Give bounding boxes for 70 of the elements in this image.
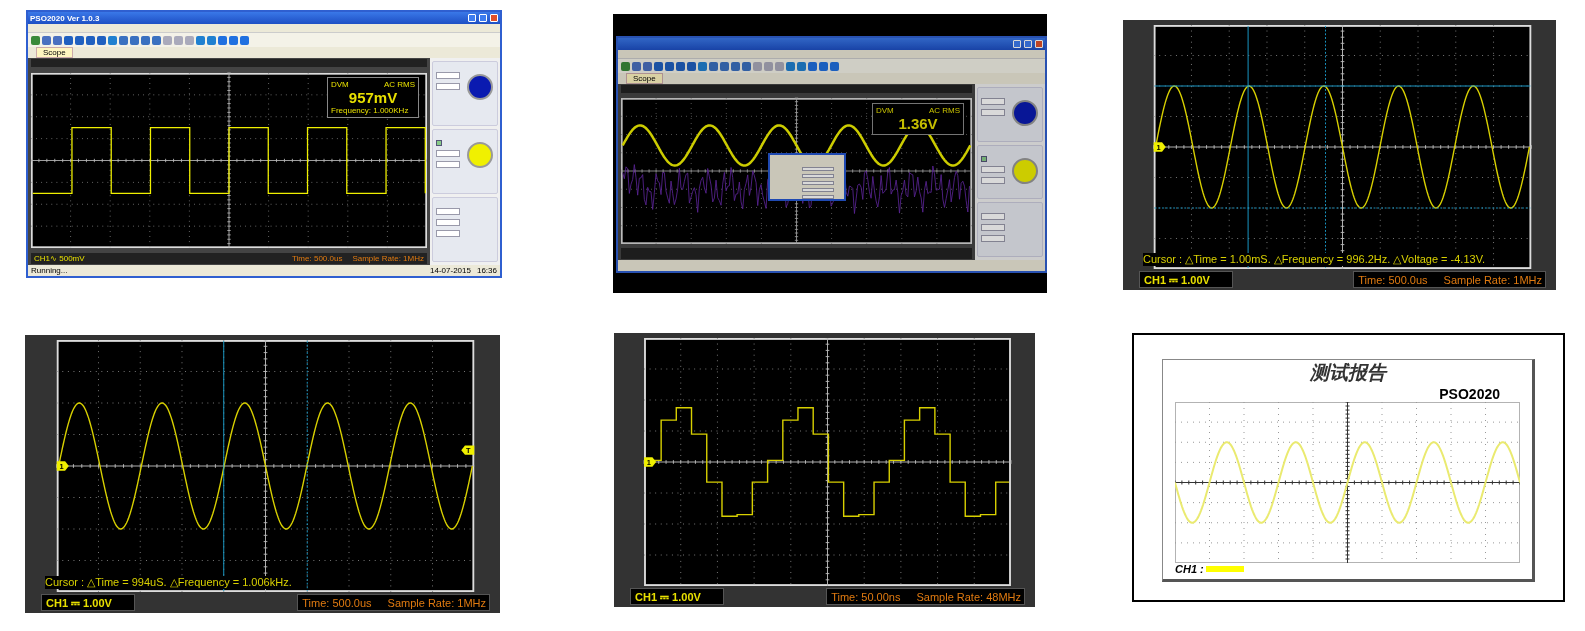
dvm-mode: AC RMS <box>928 106 960 115</box>
dvm-frequency: Frequency: 1.000KHz <box>331 106 410 115</box>
status-time: 16:36 <box>476 266 497 275</box>
timebase-label: Time: 500.0us <box>1358 274 1428 287</box>
window-title: PSO2020 Ver 1.0.3 <box>30 13 101 23</box>
volts-knob[interactable] <box>467 142 493 168</box>
cursor-line[interactable] <box>223 340 225 592</box>
minimize-button[interactable] <box>1013 40 1021 48</box>
dropdown-field[interactable] <box>436 83 460 90</box>
timebase-knob[interactable] <box>467 74 493 100</box>
dropdown-field[interactable] <box>436 72 460 79</box>
channel-scale: CH1 ⎓ 1.00V <box>630 588 724 605</box>
checkbox[interactable] <box>981 155 987 162</box>
dvm-label: DVM <box>876 106 894 115</box>
dropdown-field[interactable] <box>802 166 834 171</box>
channel-scale: CH1∿ 500mV <box>33 254 85 263</box>
cursor-line[interactable] <box>1154 207 1531 209</box>
maximize-button[interactable] <box>1024 40 1032 48</box>
dropdown-field[interactable] <box>981 98 1005 105</box>
cursor-line[interactable] <box>306 340 308 592</box>
cursor-line[interactable] <box>1154 85 1531 87</box>
sample-rate-label: Sample Rate: 48MHz <box>916 591 1021 604</box>
minimize-button[interactable] <box>468 14 476 22</box>
cursor-readout: Cursor : △Time = 1.00mS. △Frequency = 996.2Hz. △Voltage = -4.13V. <box>1143 253 1486 266</box>
volts-knob[interactable] <box>1012 157 1038 184</box>
cursor-line[interactable] <box>1247 25 1249 269</box>
sample-rate-label: Sample Rate: 1MHz <box>1443 274 1542 287</box>
dropdown-field[interactable] <box>436 208 460 215</box>
timebase-label: Time: 50.00ns <box>831 591 901 604</box>
timebase-label: Time: 500.0us <box>292 254 343 263</box>
dropdown-field[interactable] <box>981 176 1005 184</box>
dropdown-field[interactable] <box>802 195 834 200</box>
channel-color-swatch <box>1205 566 1244 572</box>
cursor-readout: Cursor : △Time = 994uS. △Frequency = 1.006kHz. <box>45 576 292 589</box>
dropdown-field[interactable] <box>436 150 460 157</box>
report-title: 测试报告 <box>1308 360 1389 385</box>
timebase-label: Time: 500.0us <box>302 597 372 610</box>
status-date: 14-07-2015 <box>430 266 471 275</box>
channel-marker[interactable]: 1 <box>1153 142 1166 152</box>
channel-label: CH1 : <box>1175 563 1204 575</box>
dvm-label: DVM <box>331 80 349 89</box>
dropdown-field[interactable] <box>981 109 1005 116</box>
dvm-value: 1.36V <box>897 115 939 132</box>
close-button[interactable] <box>490 14 498 22</box>
dropdown-field[interactable] <box>981 235 1005 243</box>
checkbox[interactable] <box>436 140 442 146</box>
model-name: PSO2020 <box>1439 386 1500 402</box>
channel-scale: CH1 ⎓ 1.00V <box>1139 271 1233 288</box>
dropdown-field[interactable] <box>436 219 460 226</box>
timebase-knob[interactable] <box>1012 100 1038 126</box>
dvm-value: 957mV <box>347 89 399 106</box>
maximize-button[interactable] <box>479 14 487 22</box>
dvm-mode: AC RMS <box>383 80 415 89</box>
sample-rate-label: Sample Rate: 1MHz <box>352 254 424 263</box>
sample-rate-label: Sample Rate: 1MHz <box>387 597 486 610</box>
dropdown-field[interactable] <box>802 173 834 178</box>
dropdown-field[interactable] <box>802 181 834 186</box>
dropdown-field[interactable] <box>436 161 460 168</box>
dropdown-field[interactable] <box>981 165 1005 173</box>
status-text: Running... <box>31 266 68 275</box>
close-button[interactable] <box>1035 40 1043 48</box>
dropdown-field[interactable] <box>981 213 1005 221</box>
dropdown-field[interactable] <box>436 230 460 237</box>
dropdown-field[interactable] <box>802 188 834 193</box>
channel-scale: CH1 ⎓ 1.00V <box>41 594 135 611</box>
channel-marker[interactable]: 1 <box>644 457 657 467</box>
cursor-line[interactable] <box>1325 25 1326 269</box>
channel-marker[interactable]: 1 <box>56 461 69 471</box>
trigger-marker[interactable]: T <box>461 445 475 455</box>
dropdown-field[interactable] <box>981 224 1005 232</box>
